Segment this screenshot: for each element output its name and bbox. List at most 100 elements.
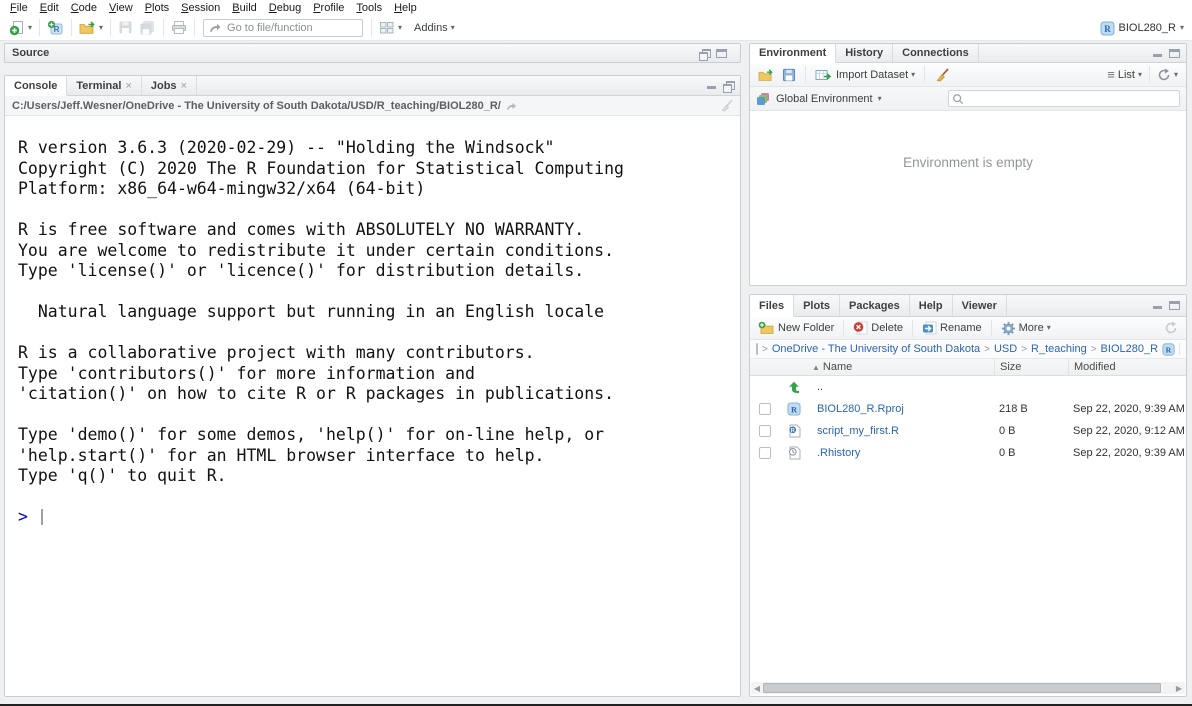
chevron-down-icon: ▾	[398, 24, 402, 32]
goto-file-search[interactable]	[203, 19, 363, 37]
up-directory-label[interactable]: ..	[817, 381, 823, 393]
tab-viewer[interactable]: Viewer	[953, 295, 1007, 316]
scrollbar-thumb[interactable]	[763, 683, 1161, 693]
horizontal-scrollbar[interactable]: ◀ ▶	[751, 682, 1185, 694]
close-icon[interactable]: ×	[181, 80, 187, 92]
new-project-button[interactable]: R	[44, 17, 67, 39]
more-button[interactable]: More ▾	[998, 317, 1054, 339]
delete-button[interactable]: Delete	[850, 317, 906, 339]
chevron-down-icon: ▾	[911, 71, 915, 79]
chevron-down-icon[interactable]: ▾	[878, 95, 882, 103]
table-row[interactable]: R BIOL280_R.Rproj 218 B Sep 22, 2020, 9:…	[750, 398, 1186, 420]
console-output-area[interactable]: R version 3.6.3 (2020-02-29) -- "Holding…	[5, 116, 740, 696]
file-name-link[interactable]: .Rhistory	[817, 447, 860, 459]
environment-pane: Environment History Connections	[749, 43, 1187, 286]
menu-item-help[interactable]: Help	[388, 2, 423, 14]
goto-file-input[interactable]	[225, 21, 345, 35]
save-all-button[interactable]	[136, 17, 159, 39]
tab-history[interactable]: History	[836, 44, 893, 62]
new-folder-icon	[758, 321, 775, 335]
file-name-link[interactable]: script_my_first.R	[817, 425, 899, 437]
file-checkbox[interactable]	[759, 447, 771, 459]
file-name-link[interactable]: BIOL280_R.Rproj	[817, 403, 904, 415]
maximize-pane-icon[interactable]	[1169, 49, 1180, 58]
load-workspace-button[interactable]	[755, 64, 777, 86]
save-button[interactable]	[115, 17, 136, 39]
minimize-pane-icon[interactable]	[1152, 301, 1163, 310]
maximize-pane-icon[interactable]	[716, 49, 727, 58]
minimize-pane-icon[interactable]	[1152, 49, 1163, 58]
breadcrumb-item[interactable]: BIOL280_R	[1101, 343, 1158, 355]
working-directory-bar: C:/Users/Jeff.Wesner/OneDrive - The Univ…	[5, 96, 740, 116]
refresh-environment-button[interactable]: ▾	[1154, 64, 1181, 86]
breadcrumb-overflow-button[interactable]: ...	[1179, 343, 1186, 355]
rhistory-file-icon	[787, 446, 801, 460]
minimize-pane-icon[interactable]	[706, 81, 717, 90]
column-header-size[interactable]: Size	[994, 359, 1068, 375]
menu-item-file[interactable]: File	[4, 2, 34, 14]
tab-connections[interactable]: Connections	[893, 44, 979, 62]
file-checkbox[interactable]	[759, 425, 771, 437]
menu-item-debug[interactable]: Debug	[263, 2, 307, 14]
tab-terminal[interactable]: Terminal ×	[67, 76, 141, 95]
menu-item-session[interactable]: Session	[175, 2, 226, 14]
tab-files[interactable]: Files	[750, 295, 794, 317]
menu-item-edit[interactable]: Edit	[34, 2, 65, 14]
menu-item-profile[interactable]: Profile	[307, 2, 350, 14]
list-view-button[interactable]: ≡ List ▾	[1104, 64, 1145, 86]
new-folder-label: New Folder	[778, 322, 834, 334]
environment-search-box[interactable]	[948, 90, 1180, 107]
project-menu-button[interactable]: R BIOL280_R ▾	[1100, 15, 1185, 41]
scroll-left-icon[interactable]: ◀	[751, 682, 763, 694]
tab-help[interactable]: Help	[910, 295, 953, 316]
pane-layout-button[interactable]: ▾	[376, 17, 405, 39]
print-button[interactable]	[168, 17, 190, 39]
tab-environment[interactable]: Environment	[750, 44, 836, 63]
svg-text:R: R	[791, 405, 798, 414]
scroll-right-icon[interactable]: ▶	[1173, 682, 1185, 694]
tab-plots[interactable]: Plots	[794, 295, 840, 316]
clear-console-icon[interactable]	[719, 99, 733, 112]
close-icon[interactable]: ×	[125, 80, 131, 92]
restore-pane-icon[interactable]	[699, 49, 710, 58]
menu-item-plots[interactable]: Plots	[139, 2, 175, 14]
select-all-checkbox[interactable]	[756, 343, 758, 355]
file-checkbox[interactable]	[759, 403, 771, 415]
menu-item-tools[interactable]: Tools	[350, 2, 388, 14]
table-row[interactable]: .Rhistory 0 B Sep 22, 2020, 9:39 AM	[750, 442, 1186, 464]
tab-jobs[interactable]: Jobs ×	[142, 76, 197, 95]
menu-item-view[interactable]: View	[103, 2, 139, 14]
column-header-name[interactable]: ▲ Name	[812, 359, 994, 375]
maximize-pane-icon[interactable]	[1169, 301, 1180, 310]
menu-item-code[interactable]: Code	[65, 2, 103, 14]
working-directory-path[interactable]: C:/Users/Jeff.Wesner/OneDrive - The Univ…	[12, 100, 501, 112]
svg-text:R: R	[1166, 345, 1172, 354]
new-folder-button[interactable]: New Folder	[755, 317, 837, 339]
column-header-modified[interactable]: Modified	[1068, 359, 1186, 375]
breadcrumb-item[interactable]: R_teaching	[1031, 343, 1087, 355]
new-file-button[interactable]: ▾	[6, 17, 35, 39]
environment-scope-label[interactable]: Global Environment	[776, 93, 873, 105]
restore-pane-icon[interactable]	[723, 81, 734, 90]
source-pane[interactable]: Source	[4, 43, 741, 63]
chevron-icon: >	[762, 344, 768, 355]
addins-button[interactable]: Addins ▾	[411, 17, 458, 39]
breadcrumb-item[interactable]: USD	[994, 343, 1017, 355]
open-file-button[interactable]: ▾	[76, 17, 106, 39]
import-dataset-button[interactable]: Import Dataset ▾	[812, 64, 918, 86]
refresh-files-button[interactable]	[1161, 317, 1181, 339]
environment-search-input[interactable]	[967, 92, 1176, 106]
tab-console[interactable]: Console	[5, 76, 67, 96]
console-prompt-line[interactable]: >	[18, 507, 740, 528]
rproject-file-icon: R	[787, 402, 801, 416]
broom-icon	[934, 68, 949, 82]
table-row[interactable]: R script_my_first.R 0 B Sep 22, 2020, 9:…	[750, 420, 1186, 442]
breadcrumb-item[interactable]: OneDrive - The University of South Dakot…	[772, 343, 980, 355]
open-directory-icon[interactable]	[506, 101, 517, 111]
clear-environment-button[interactable]	[931, 64, 952, 86]
tab-packages[interactable]: Packages	[840, 295, 910, 316]
rename-button[interactable]: Rename	[919, 317, 985, 339]
parent-directory-row[interactable]: ..	[750, 376, 1186, 398]
save-workspace-button[interactable]	[779, 64, 799, 86]
menu-item-build[interactable]: Build	[226, 2, 262, 14]
